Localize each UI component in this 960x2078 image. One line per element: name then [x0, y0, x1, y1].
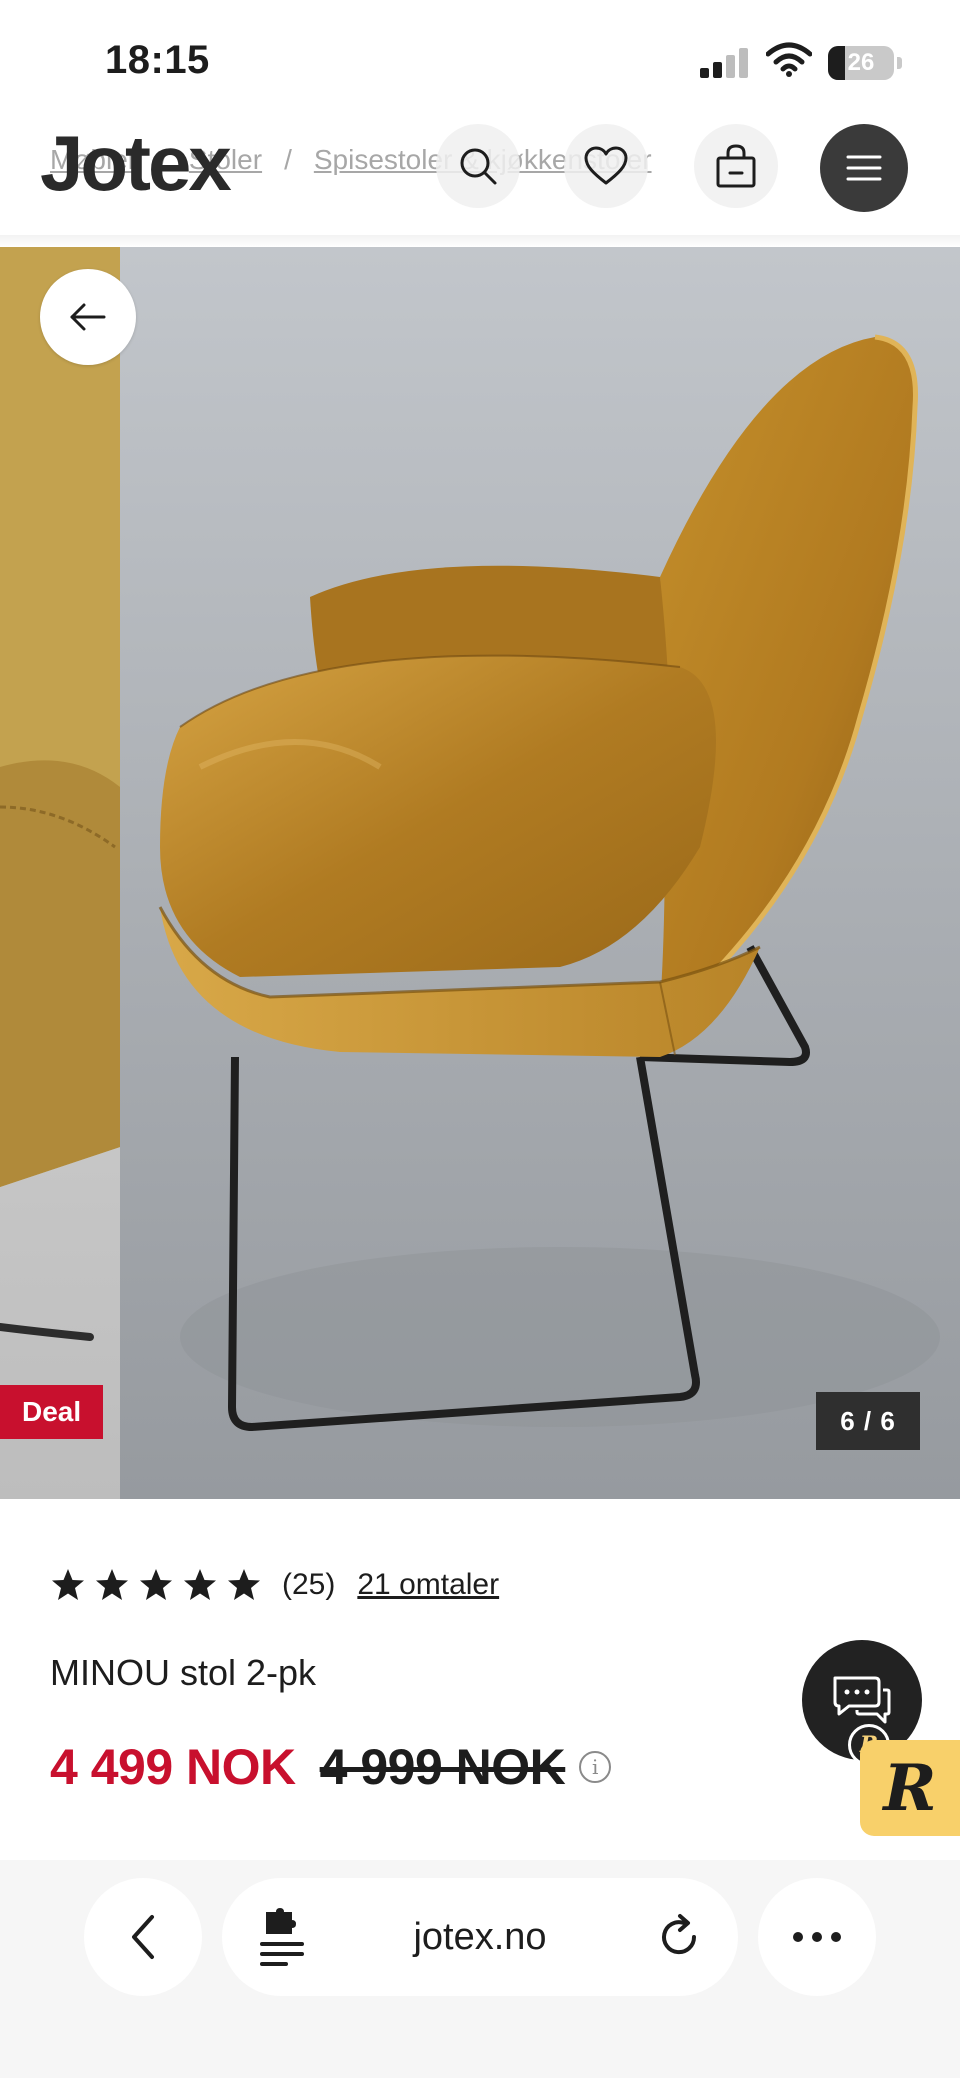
breadcrumb-separator: / — [284, 144, 292, 175]
battery-icon: 26 — [828, 46, 894, 80]
product-title: MINOU stol 2-pk — [50, 1652, 317, 1693]
browser-toolbar: jotex.no — [0, 1860, 960, 2078]
wifi-icon — [766, 42, 812, 77]
price-info-icon[interactable]: i — [579, 1751, 612, 1783]
chair-photo — [120, 247, 960, 1499]
rating-count: (25) — [282, 1568, 336, 1601]
reload-icon[interactable] — [654, 1912, 704, 1962]
original-price: 4 999 NOK — [319, 1739, 566, 1795]
star-icon — [184, 1569, 216, 1600]
cart-button[interactable] — [694, 124, 778, 208]
browser-back-button[interactable] — [84, 1878, 202, 1996]
previous-slide-chair-image — [0, 247, 120, 1341]
status-time: 18:15 — [105, 38, 210, 82]
star-icon — [52, 1569, 84, 1600]
arrow-left-icon — [70, 303, 106, 331]
ellipsis-icon — [793, 1932, 841, 1942]
jotex-logo[interactable]: Jotex — [40, 120, 232, 206]
menu-button[interactable] — [820, 124, 908, 212]
star-icon — [96, 1569, 128, 1600]
chat-bubbles-icon — [833, 1676, 891, 1724]
star-icon — [140, 1569, 172, 1600]
heart-icon — [584, 146, 628, 185]
chevron-left-icon — [132, 1915, 154, 1959]
previous-slide-image[interactable] — [0, 247, 120, 1499]
more-options-button[interactable] — [758, 1878, 876, 1996]
back-button[interactable] — [40, 269, 136, 365]
product-image[interactable] — [120, 247, 960, 1499]
search-icon — [460, 148, 497, 185]
rating-row: (25) 21 omtaler — [50, 1560, 499, 1610]
image-counter: 6 / 6 — [816, 1392, 920, 1450]
current-price: 4 499 NOK — [50, 1739, 296, 1795]
battery-percentage: 26 — [847, 49, 875, 76]
cellular-signal-icon — [700, 48, 750, 78]
price-row: 4 499 NOK 4 999 NOK i — [50, 1738, 612, 1796]
status-bar: 18:15 26 — [0, 0, 960, 120]
search-button[interactable] — [436, 124, 520, 208]
star-icon — [228, 1569, 260, 1600]
site-header: Møbler/Stoler/Spisestoler & kjøkkenstole… — [0, 120, 960, 235]
rating-stars[interactable] — [50, 1567, 262, 1603]
menu-icon — [846, 155, 882, 181]
reviews-link[interactable]: 21 omtaler — [357, 1568, 499, 1602]
address-bar[interactable]: jotex.no — [222, 1878, 738, 1996]
battery-tip — [897, 57, 902, 69]
deal-badge: Deal — [0, 1385, 104, 1439]
header-divider — [0, 235, 960, 247]
wishlist-button[interactable] — [564, 124, 648, 208]
product-image-gallery[interactable]: Deal 6 / 6 — [0, 247, 960, 1499]
r-widget-badge[interactable]: R — [860, 1740, 960, 1836]
bag-icon — [716, 144, 756, 188]
